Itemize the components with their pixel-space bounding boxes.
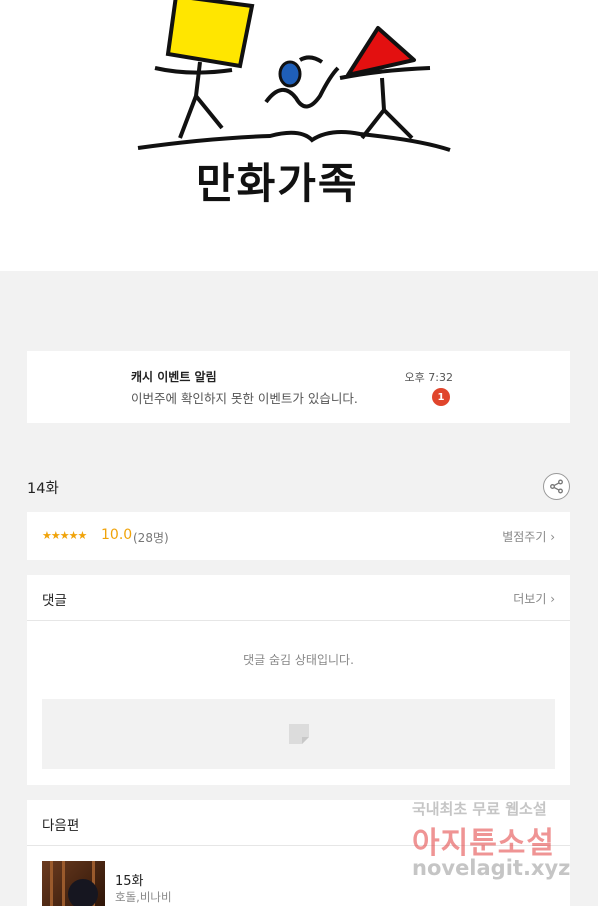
rating-score: 10.0 [101, 527, 133, 543]
share-icon [550, 479, 563, 494]
hero-banner: 만화가족 [0, 0, 598, 271]
brand-logo-text: 만화가족 [196, 159, 359, 208]
thumb-stripe [62, 861, 65, 906]
brand-logo-art [137, 0, 451, 152]
watermark-url: novelagit.xyz [412, 856, 571, 880]
next-episode-author: 호돌,비나비 [115, 890, 172, 904]
comments-title: 댓글 [42, 593, 67, 609]
site-watermark: 국내최초 무료 웹소설 아지툰소설 novelagit.xyz [412, 798, 582, 894]
notification-message: 이번주에 확인하지 못한 이벤트가 있습니다. [131, 391, 358, 406]
notification-time: 오후 7:32 [404, 371, 453, 384]
rating-card: ★★★★★ 10.0 (28명) 별점주기 › [27, 512, 570, 560]
next-episode-section-title: 다음편 [42, 818, 80, 834]
thumb-stripe [50, 861, 53, 906]
thumb-character [68, 879, 98, 906]
notification-title: 캐시 이벤트 알림 [131, 370, 217, 384]
comments-section: 댓글 더보기 › 댓글 숨김 상태입니다. [27, 575, 570, 785]
comment-input-box[interactable] [42, 699, 555, 769]
share-button[interactable] [543, 473, 570, 500]
comments-header: 댓글 더보기 › [27, 575, 570, 621]
next-episode-thumbnail[interactable] [42, 861, 105, 906]
episode-title: 14화 [27, 481, 59, 497]
rate-button[interactable]: 별점주기 › [502, 528, 555, 545]
next-episode-title[interactable]: 15화 [115, 870, 144, 889]
cash-event-notification[interactable]: 캐시 이벤트 알림 이번주에 확인하지 못한 이벤트가 있습니다. 오후 7:3… [27, 351, 570, 423]
rating-stars: ★★★★★ [42, 529, 87, 542]
comment-placeholder-icon [289, 724, 309, 744]
watermark-tagline: 국내최초 무료 웹소설 [412, 800, 547, 818]
rating-vote-count: (28명) [133, 531, 169, 545]
notification-count-badge: 1 [432, 388, 450, 406]
comments-hidden-message: 댓글 숨김 상태입니다. [243, 653, 354, 667]
comments-more-link[interactable]: 더보기 › [513, 590, 555, 607]
